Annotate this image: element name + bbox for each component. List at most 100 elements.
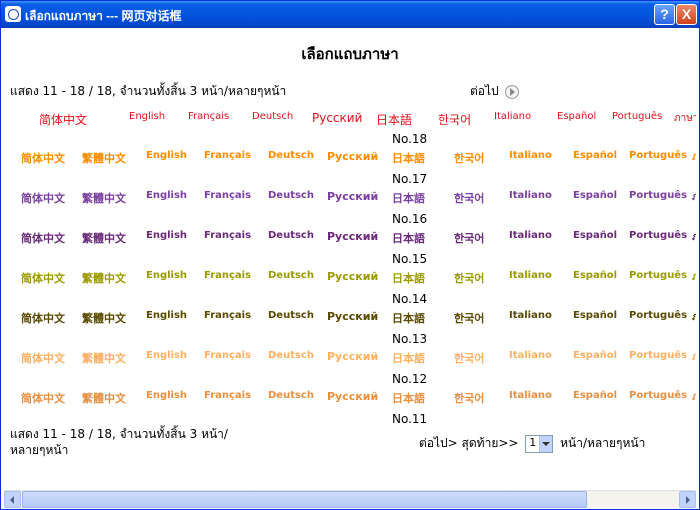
skin-option[interactable]: Deutsch: [268, 310, 314, 321]
skin-option[interactable]: Français: [204, 190, 251, 201]
skin-option[interactable]: Italiano: [509, 310, 552, 321]
skin-option[interactable]: Português: [629, 190, 687, 201]
skin-option[interactable]: 简体中文: [21, 350, 65, 366]
skin-option[interactable]: English: [146, 150, 187, 161]
header-lang-10[interactable]: ภาษาไทย: [674, 111, 696, 126]
skin-option[interactable]: Español: [573, 310, 617, 321]
skin-option[interactable]: 日本語: [392, 230, 425, 246]
header-lang-1[interactable]: English: [129, 111, 165, 122]
skin-option[interactable]: 简体中文: [21, 390, 65, 406]
skin-option[interactable]: ภาษาไทย: [692, 310, 696, 325]
chevron-down-icon[interactable]: [539, 435, 553, 452]
scroll-thumb[interactable]: [22, 491, 587, 508]
skin-option[interactable]: Русский: [327, 230, 378, 243]
skin-option[interactable]: Português: [629, 270, 687, 281]
skin-option[interactable]: ภาษาไทย: [692, 190, 696, 205]
skin-option[interactable]: 繁體中文: [82, 390, 126, 406]
skin-option[interactable]: Español: [573, 150, 617, 161]
skin-option[interactable]: 简体中文: [21, 190, 65, 206]
scroll-left-icon[interactable]: [4, 491, 21, 508]
skin-option[interactable]: Français: [204, 350, 251, 361]
page-select[interactable]: 1: [525, 434, 554, 453]
scroll-right-icon[interactable]: [679, 491, 696, 508]
skin-option[interactable]: 한국어: [454, 190, 484, 206]
header-lang-5[interactable]: 日本語: [376, 111, 412, 128]
skin-option[interactable]: Español: [573, 230, 617, 241]
skin-option[interactable]: 繁體中文: [82, 150, 126, 166]
skin-option[interactable]: English: [146, 390, 187, 401]
skin-option[interactable]: Português: [629, 390, 687, 401]
header-lang-6[interactable]: 한국어: [438, 111, 471, 128]
skin-option[interactable]: Português: [629, 310, 687, 321]
skin-option[interactable]: Italiano: [509, 230, 552, 241]
skin-option[interactable]: Русский: [327, 190, 378, 203]
skin-option[interactable]: Deutsch: [268, 390, 314, 401]
skin-option[interactable]: 한국어: [454, 310, 484, 326]
skin-option[interactable]: English: [146, 230, 187, 241]
skin-option[interactable]: Русский: [327, 150, 378, 163]
skin-option[interactable]: 繁體中文: [82, 230, 126, 246]
skin-option[interactable]: 日本語: [392, 150, 425, 166]
skin-option[interactable]: Русский: [327, 270, 378, 283]
skin-option[interactable]: ภาษาไทย: [692, 270, 696, 285]
skin-option[interactable]: Italiano: [509, 270, 552, 281]
skin-option[interactable]: Français: [204, 270, 251, 281]
skin-option[interactable]: Español: [573, 350, 617, 361]
horizontal-scrollbar[interactable]: [4, 490, 696, 508]
skin-option[interactable]: Русский: [327, 350, 378, 363]
skin-option[interactable]: Français: [204, 390, 251, 401]
skin-option[interactable]: Português: [629, 150, 687, 161]
skin-option[interactable]: ภาษาไทย: [692, 150, 696, 165]
skin-option[interactable]: 日本語: [392, 390, 425, 406]
help-button[interactable]: ?: [654, 4, 675, 25]
play-circle-icon[interactable]: [504, 84, 519, 99]
skin-option[interactable]: Deutsch: [268, 270, 314, 281]
skin-option[interactable]: Français: [204, 230, 251, 241]
skin-option[interactable]: Deutsch: [268, 190, 314, 201]
header-lang-7[interactable]: Italiano: [494, 111, 531, 122]
skin-option[interactable]: ภาษาไทย: [692, 390, 696, 405]
skin-option[interactable]: Deutsch: [268, 230, 314, 241]
skin-option[interactable]: ภาษาไทย: [692, 350, 696, 365]
next-link-top[interactable]: ต่อไป: [470, 82, 519, 101]
skin-option[interactable]: 日本語: [392, 350, 425, 366]
header-lang-2[interactable]: Français: [188, 111, 229, 122]
skin-option[interactable]: 简体中文: [21, 310, 65, 326]
skin-option[interactable]: Português: [629, 350, 687, 361]
skin-option[interactable]: Italiano: [509, 190, 552, 201]
skin-option[interactable]: 日本語: [392, 270, 425, 286]
skin-option[interactable]: 繁體中文: [82, 190, 126, 206]
skin-option[interactable]: English: [146, 270, 187, 281]
skin-option[interactable]: Deutsch: [268, 150, 314, 161]
skin-option[interactable]: Español: [573, 390, 617, 401]
skin-option[interactable]: English: [146, 310, 187, 321]
header-lang-8[interactable]: Español: [557, 111, 596, 122]
skin-option[interactable]: 繁體中文: [82, 350, 126, 366]
skin-option[interactable]: ภาษาไทย: [692, 230, 696, 245]
skin-option[interactable]: 한국어: [454, 230, 484, 246]
skin-option[interactable]: 简体中文: [21, 150, 65, 166]
skin-option[interactable]: English: [146, 190, 187, 201]
skin-option[interactable]: Русский: [327, 390, 378, 403]
header-lang-4[interactable]: Русский: [312, 111, 362, 125]
skin-option[interactable]: 日本語: [392, 310, 425, 326]
skin-option[interactable]: 한국어: [454, 350, 484, 366]
skin-option[interactable]: Deutsch: [268, 350, 314, 361]
skin-option[interactable]: Italiano: [509, 390, 552, 401]
next-link[interactable]: ต่อไป>: [419, 436, 458, 450]
skin-option[interactable]: Español: [573, 190, 617, 201]
skin-option[interactable]: 日本語: [392, 190, 425, 206]
header-lang-9[interactable]: Português: [612, 111, 662, 122]
skin-option[interactable]: 简体中文: [21, 270, 65, 286]
skin-option[interactable]: 한국어: [454, 150, 484, 166]
close-button[interactable]: X: [676, 4, 697, 25]
skin-option[interactable]: 简体中文: [21, 230, 65, 246]
skin-option[interactable]: 한국어: [454, 390, 484, 406]
header-lang-0[interactable]: 简体中文: [39, 111, 87, 128]
skin-option[interactable]: Português: [629, 230, 687, 241]
skin-option[interactable]: 繁體中文: [82, 310, 126, 326]
header-lang-3[interactable]: Deutsch: [252, 111, 293, 122]
skin-option[interactable]: 繁體中文: [82, 270, 126, 286]
skin-option[interactable]: Français: [204, 150, 251, 161]
title-bar[interactable]: เลือกแถบภาษา --- 网页对话框 ? X: [1, 1, 699, 28]
